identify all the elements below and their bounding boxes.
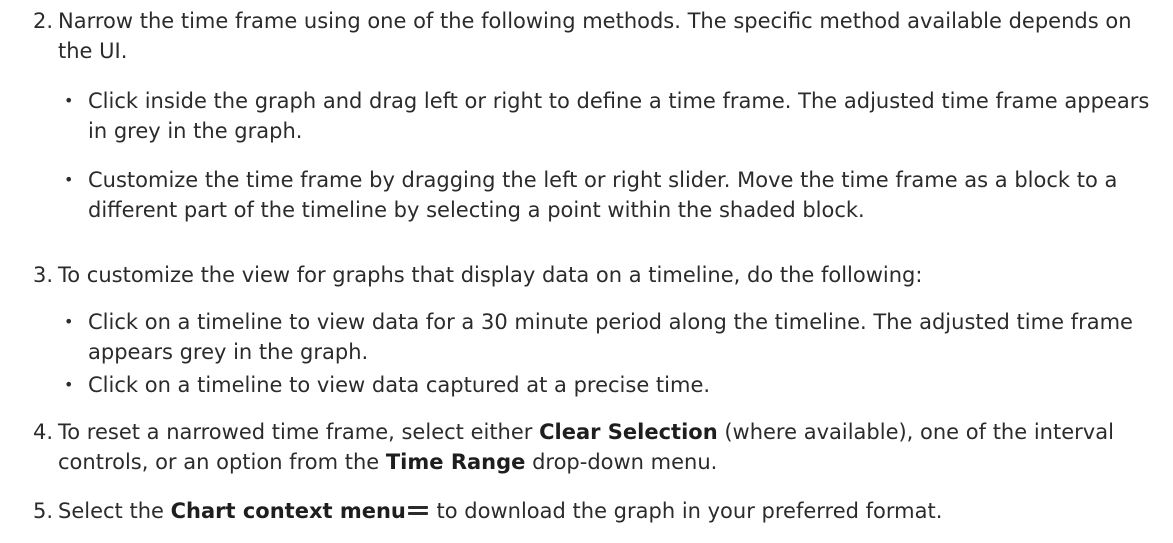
hamburger-menu-icon xyxy=(407,505,428,517)
time-range-label: Time Range xyxy=(385,450,526,474)
step-text-part: to download the graph in your preferred … xyxy=(429,499,943,523)
step-text: To reset a narrowed time frame, select e… xyxy=(58,417,1165,477)
step-text: To customize the view for graphs that di… xyxy=(58,263,923,287)
step-text-part: To reset a narrowed time frame, select e… xyxy=(58,420,540,444)
step-text: Narrow the time frame using one of the f… xyxy=(58,9,1132,63)
bullet-text: Click inside the graph and drag left or … xyxy=(88,89,1150,143)
bullet-dot: • xyxy=(64,312,74,331)
bullet-dot: • xyxy=(64,375,74,394)
bullet-text: Click on a timeline to view data for a 3… xyxy=(88,310,1133,364)
step-number: 5. xyxy=(33,499,54,523)
chart-context-menu-label: Chart context menu xyxy=(170,499,406,523)
bullet-dot: • xyxy=(64,170,74,189)
bullet-text: Customize the time frame by dragging the… xyxy=(88,168,1118,222)
instruction-list: 2. Narrow the time frame using one of th… xyxy=(0,0,1173,543)
step-text-part: drop-down menu. xyxy=(525,450,718,474)
bullet-text: Click on a timeline to view data capture… xyxy=(88,373,711,397)
step-number: 3. xyxy=(33,263,54,287)
step-text: Select the Chart context menu to downloa… xyxy=(58,496,1165,526)
step-number: 4. xyxy=(33,420,54,444)
step-text-part: Select the xyxy=(58,499,171,523)
clear-selection-label: Clear Selection xyxy=(539,420,718,444)
bullet-dot: • xyxy=(64,91,74,110)
step-number: 2. xyxy=(33,9,54,33)
